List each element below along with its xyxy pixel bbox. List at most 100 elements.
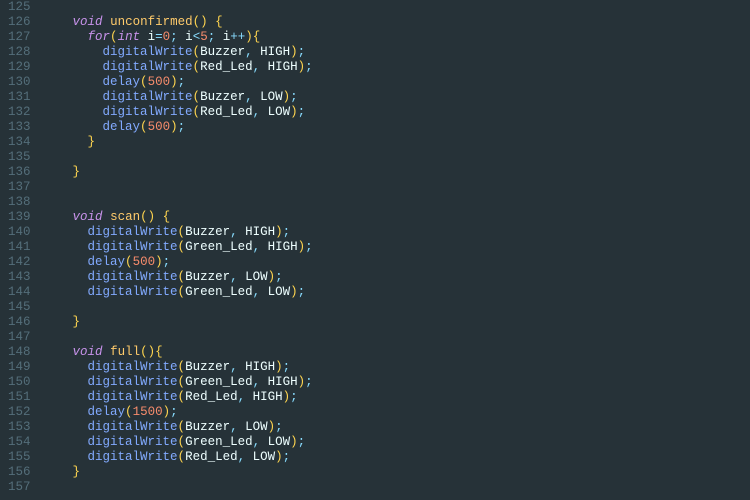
code-line[interactable]: digitalWrite(Red_Led, HIGH);	[43, 390, 750, 405]
token-comma: ,	[253, 435, 261, 449]
token-text	[43, 120, 103, 134]
token-semi: ;	[290, 90, 298, 104]
token-func: digitalWrite	[88, 225, 178, 239]
code-line[interactable]: void unconfirmed() {	[43, 15, 750, 30]
code-line[interactable]	[43, 0, 750, 15]
line-number: 125	[8, 0, 31, 15]
code-line[interactable]: digitalWrite(Green_Led, LOW);	[43, 435, 750, 450]
token-number: 1500	[133, 405, 163, 419]
token-text	[43, 270, 88, 284]
code-line[interactable]: }	[43, 465, 750, 480]
code-line[interactable]: digitalWrite(Green_Led, HIGH);	[43, 375, 750, 390]
line-number: 140	[8, 225, 31, 240]
token-text	[43, 420, 88, 434]
token-keyword: for	[88, 30, 111, 44]
code-line[interactable]: for(int i=0; i<5; i++){	[43, 30, 750, 45]
token-paren: )	[275, 450, 283, 464]
code-line[interactable]: delay(1500);	[43, 405, 750, 420]
line-number: 147	[8, 330, 31, 345]
code-editor-area[interactable]: void unconfirmed() { for(int i=0; i<5; i…	[43, 0, 750, 500]
token-paren: ()	[140, 345, 155, 359]
token-semi: ;	[275, 270, 283, 284]
code-line[interactable]: digitalWrite(Red_Led, LOW);	[43, 105, 750, 120]
code-line[interactable]: digitalWrite(Buzzer, LOW);	[43, 420, 750, 435]
token-brace: }	[88, 135, 96, 149]
code-line[interactable]: void scan() {	[43, 210, 750, 225]
token-brace: {	[253, 30, 261, 44]
token-semi: ;	[305, 60, 313, 74]
token-paren: )	[298, 240, 306, 254]
code-line[interactable]: digitalWrite(Buzzer, HIGH);	[43, 360, 750, 375]
token-text	[43, 45, 103, 59]
code-line[interactable]	[43, 150, 750, 165]
token-ident: Buzzer	[185, 270, 230, 284]
token-ident: LOW	[268, 285, 291, 299]
token-number: 500	[133, 255, 156, 269]
token-comma: ,	[245, 90, 253, 104]
token-paren: (	[140, 75, 148, 89]
token-paren: (	[178, 240, 186, 254]
token-comma: ,	[230, 360, 238, 374]
code-line[interactable]: digitalWrite(Red_Led, LOW);	[43, 450, 750, 465]
token-ident: Buzzer	[200, 45, 245, 59]
token-text	[103, 210, 111, 224]
line-number: 151	[8, 390, 31, 405]
token-func: digitalWrite	[103, 45, 193, 59]
code-line[interactable]: delay(500);	[43, 255, 750, 270]
token-text	[43, 75, 103, 89]
token-semi: ;	[305, 375, 313, 389]
line-number: 145	[8, 300, 31, 315]
token-paren: )	[283, 90, 291, 104]
token-func: delay	[103, 75, 141, 89]
code-line[interactable]: digitalWrite(Buzzer, HIGH);	[43, 225, 750, 240]
token-text	[238, 270, 246, 284]
token-paren: (	[125, 405, 133, 419]
token-paren: (	[110, 30, 118, 44]
token-paren: (	[178, 360, 186, 374]
token-ident: HIGH	[245, 360, 275, 374]
code-line[interactable]	[43, 195, 750, 210]
line-number: 130	[8, 75, 31, 90]
token-op: =	[155, 30, 163, 44]
code-line[interactable]: digitalWrite(Green_Led, LOW);	[43, 285, 750, 300]
code-line[interactable]: digitalWrite(Buzzer, LOW);	[43, 270, 750, 285]
token-funcname: full	[110, 345, 140, 359]
token-paren: )	[275, 360, 283, 374]
token-text	[43, 60, 103, 74]
token-text	[43, 90, 103, 104]
code-line[interactable]: }	[43, 165, 750, 180]
code-line[interactable]: }	[43, 135, 750, 150]
token-ident: Red_Led	[185, 390, 238, 404]
code-line[interactable]: delay(500);	[43, 75, 750, 90]
code-line[interactable]	[43, 480, 750, 495]
token-ident: HIGH	[260, 45, 290, 59]
code-line[interactable]: digitalWrite(Red_Led, HIGH);	[43, 60, 750, 75]
code-line[interactable]	[43, 330, 750, 345]
token-number: 500	[148, 120, 171, 134]
code-line[interactable]	[43, 180, 750, 195]
token-text	[238, 420, 246, 434]
code-line[interactable]: digitalWrite(Buzzer, HIGH);	[43, 45, 750, 60]
token-func: digitalWrite	[103, 60, 193, 74]
code-line[interactable]	[43, 300, 750, 315]
token-func: digitalWrite	[103, 90, 193, 104]
line-number: 138	[8, 195, 31, 210]
code-line[interactable]: digitalWrite(Buzzer, LOW);	[43, 90, 750, 105]
line-number: 134	[8, 135, 31, 150]
token-text	[43, 405, 88, 419]
token-semi: ;	[283, 225, 291, 239]
line-number: 137	[8, 180, 31, 195]
code-line[interactable]: digitalWrite(Green_Led, HIGH);	[43, 240, 750, 255]
token-paren: (	[178, 270, 186, 284]
token-func: digitalWrite	[103, 105, 193, 119]
token-paren: (	[193, 60, 201, 74]
token-text	[43, 390, 88, 404]
code-line[interactable]: void full(){	[43, 345, 750, 360]
token-text	[43, 240, 88, 254]
code-line[interactable]: delay(500);	[43, 120, 750, 135]
token-brace: }	[73, 165, 81, 179]
token-text	[245, 390, 253, 404]
token-func: digitalWrite	[88, 360, 178, 374]
code-line[interactable]: }	[43, 315, 750, 330]
token-ident: Green_Led	[185, 435, 253, 449]
